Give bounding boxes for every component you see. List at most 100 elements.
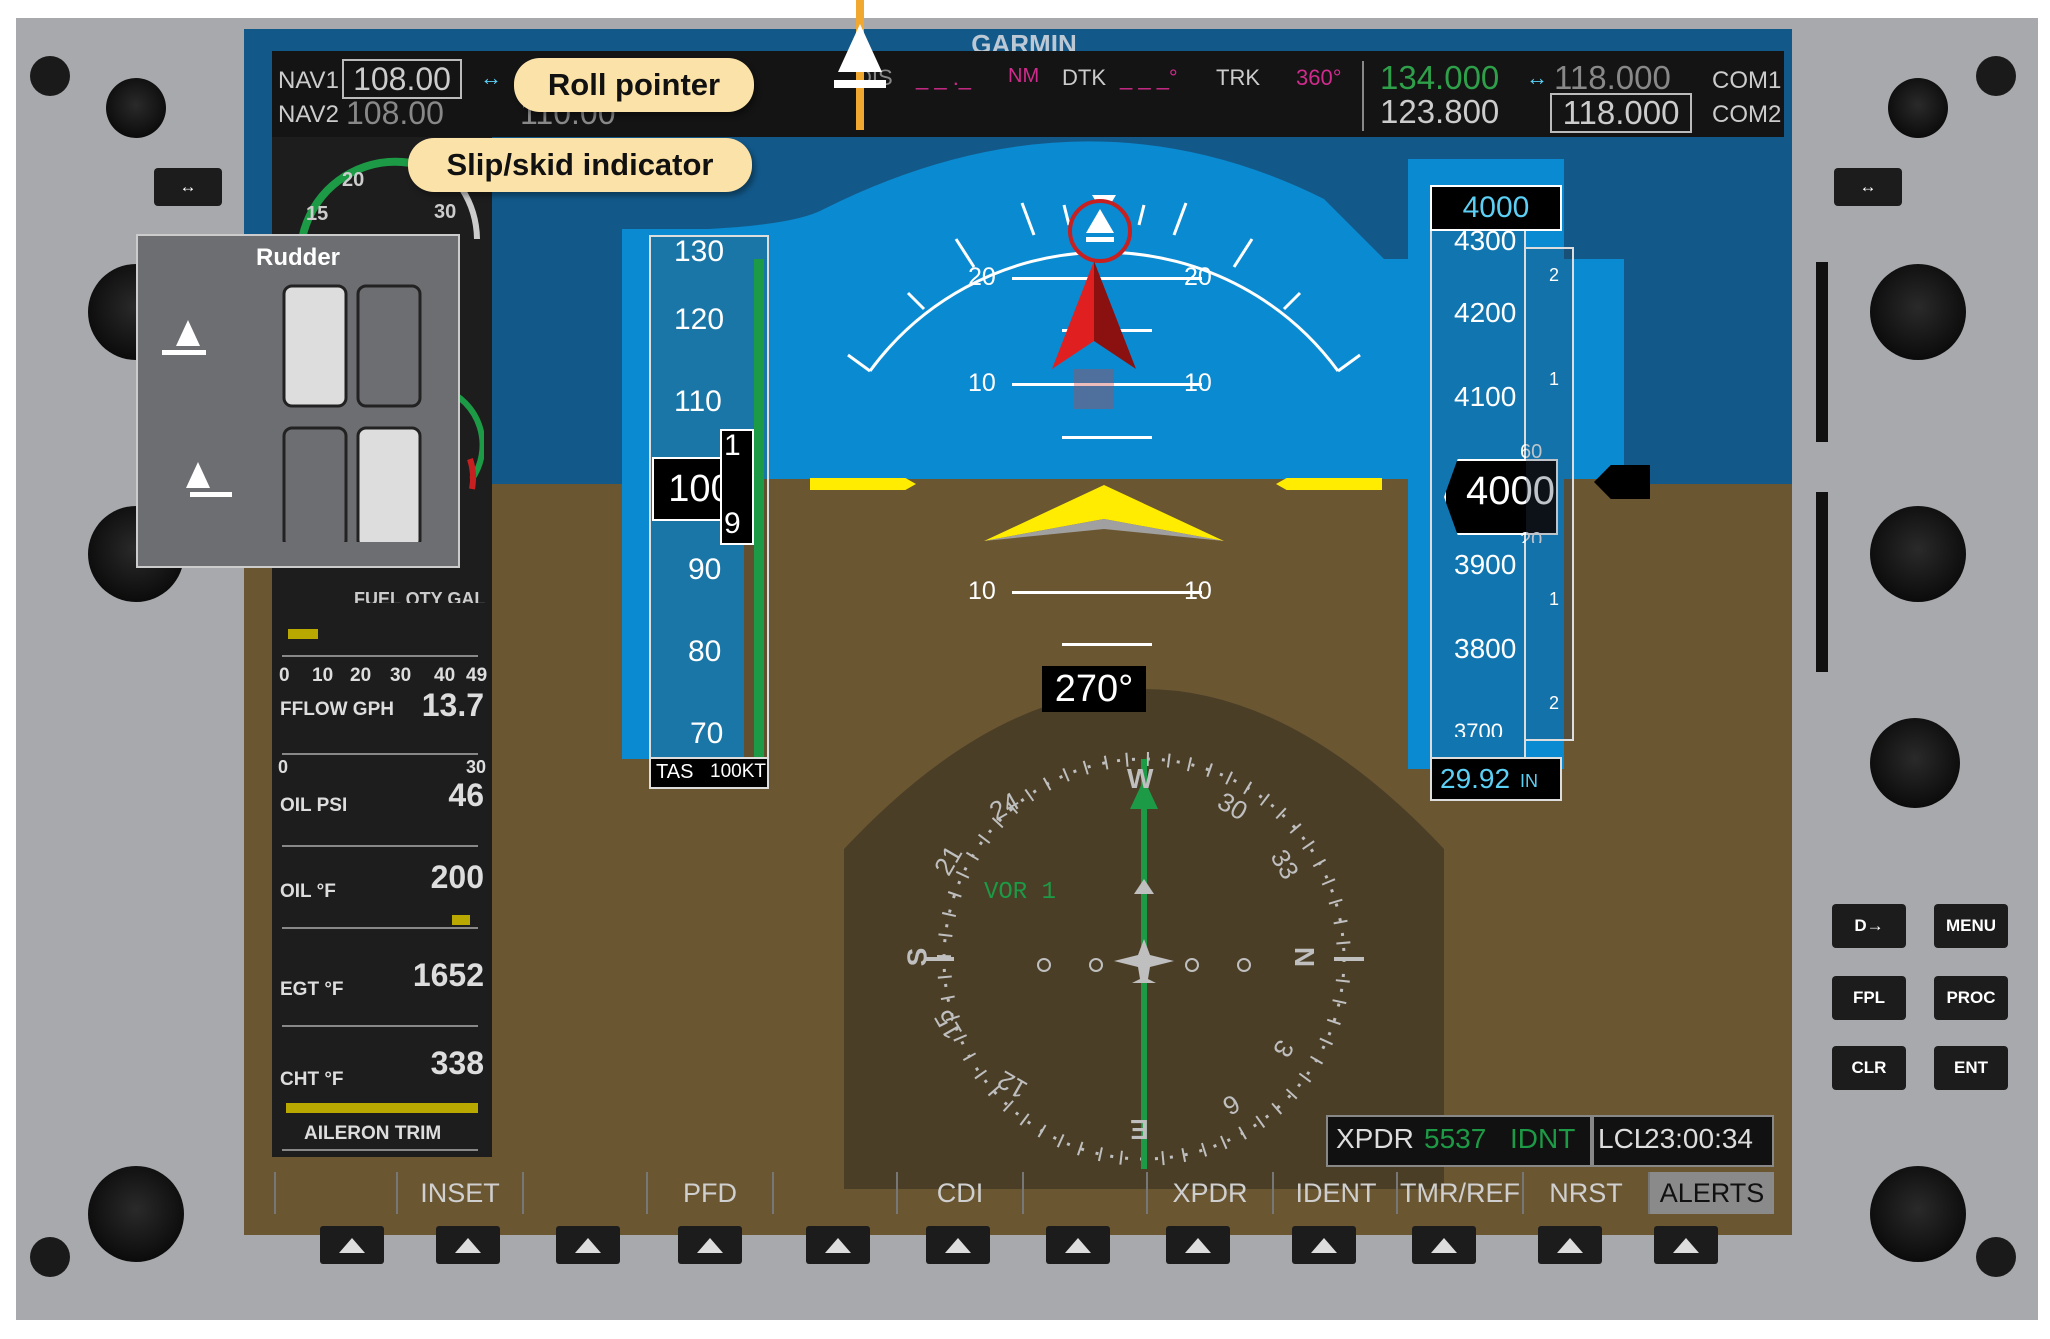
compass-label: N (1289, 946, 1321, 968)
range-knob[interactable] (1870, 718, 1960, 808)
scroll-slot (1816, 492, 1828, 672)
softkey-label-tmr-ref[interactable]: TMR/REF (1396, 1172, 1522, 1214)
roll-pointer-callout: Roll pointer (514, 58, 754, 112)
softkey-7[interactable] (1046, 1226, 1110, 1264)
softkey-12[interactable] (1654, 1226, 1718, 1264)
softkey-label-xpdr[interactable]: XPDR (1146, 1172, 1272, 1214)
softkey-8[interactable] (1166, 1226, 1230, 1264)
rudder-title: Rudder (256, 244, 340, 271)
altitude-tick: 3800 (1454, 633, 1517, 664)
nav2-active-freq[interactable]: 108.00 (346, 95, 444, 132)
rpm-label: 30 (434, 201, 457, 223)
hsi-compass (844, 689, 1444, 1189)
softkey-label-pfd[interactable]: PFD (646, 1172, 772, 1214)
tas-label: TAS (656, 761, 694, 783)
com-swap-icon: ↔ (1526, 65, 1548, 90)
vsi-label: 1 (1549, 589, 1560, 609)
softkey-3[interactable] (556, 1226, 620, 1264)
fuel-scale-label: 10 (312, 665, 334, 686)
softkey-label-7[interactable] (1022, 1172, 1148, 1214)
fuel-qty-fill (288, 629, 318, 639)
aileron-trim-scale (282, 1149, 478, 1151)
egt-label: EGT °F (280, 979, 344, 1000)
roll-pointer (1086, 209, 1114, 242)
fpl-button[interactable]: FPL (1832, 976, 1906, 1020)
egt-scale (282, 1005, 478, 1027)
softkey-2[interactable] (436, 1226, 500, 1264)
com2-standby-freq[interactable]: 118.000 (1550, 93, 1692, 133)
screw (30, 1237, 70, 1277)
oil-psi-scale (282, 825, 478, 847)
nav-swap-icon: ↔ (480, 65, 502, 90)
vsi-label: 2 (1549, 265, 1560, 285)
ent-button[interactable]: ENT (1934, 1046, 2008, 1090)
rpm-label: 20 (342, 169, 365, 191)
baro-unit: IN (1520, 771, 1538, 791)
softkey-9[interactable] (1292, 1226, 1356, 1264)
tas-value: 100KT (710, 761, 766, 782)
oil-temp-value: 200 (430, 859, 484, 895)
altitude-tick: 4200 (1454, 297, 1517, 328)
screw (30, 56, 70, 96)
fuel-scale-label: 0 (279, 665, 290, 686)
fms-knob[interactable] (1870, 1166, 1966, 1262)
vsi-label: 1 (1549, 369, 1560, 389)
clr-button[interactable]: CLR (1832, 1046, 1906, 1090)
com2-active-freq[interactable]: 123.800 (1380, 93, 1499, 131)
nav1-active-freq[interactable]: 108.00 (342, 59, 462, 99)
menu-button[interactable]: MENU (1934, 904, 2008, 948)
softkey-label-5[interactable] (772, 1172, 898, 1214)
fflow-value: 13.7 (421, 687, 484, 723)
pitch-line-minus-5 (1062, 436, 1152, 439)
nav2-label: NAV2 (278, 101, 339, 128)
cht-fill (286, 1103, 478, 1113)
dtk-value: _ _ _° (1120, 65, 1178, 90)
softkey-1[interactable] (320, 1226, 384, 1264)
softkey-10[interactable] (1412, 1226, 1476, 1264)
bar-divider (1362, 61, 1364, 131)
softkey-label-ident[interactable]: IDENT (1272, 1172, 1398, 1214)
softkey-label-1[interactable] (274, 1172, 396, 1214)
pitch-line-minus-10 (1012, 591, 1202, 594)
airspeed-tick: 120 (674, 303, 725, 336)
com2-label: COM2 (1712, 101, 1782, 128)
softkey-label-3[interactable] (522, 1172, 648, 1214)
volume-knob[interactable] (106, 78, 166, 138)
pitch-label: 10 (968, 577, 996, 605)
lcl-label: LCL (1598, 1123, 1650, 1154)
crs-baro-knob[interactable] (1870, 506, 1966, 602)
altitude-knob[interactable] (88, 1166, 184, 1262)
com-knob[interactable] (1870, 264, 1966, 360)
vsi-label: 2 (1549, 693, 1560, 713)
altitude-tick: 3700 (1454, 719, 1503, 737)
softkey-5[interactable] (806, 1226, 870, 1264)
slip-indicator-centered-icon (162, 320, 206, 355)
com1-active-freq[interactable]: 134.000 (1380, 59, 1499, 97)
cht-label: CHT °F (280, 1069, 344, 1090)
altitude-tick: 3900 (1454, 549, 1517, 580)
airspeed-tick: 80 (688, 635, 722, 668)
compass-label: E (1130, 1114, 1149, 1145)
softkey-6[interactable] (926, 1226, 990, 1264)
xpdr-mode: IDNT (1510, 1123, 1576, 1154)
softkey-11[interactable] (1538, 1226, 1602, 1264)
com1-standby-freq[interactable]: 118.000 (1554, 59, 1671, 97)
compass-label: S (901, 947, 933, 967)
nav-swap-button[interactable]: ↔ (154, 168, 222, 206)
airspeed-roller-digit: 9 (724, 507, 741, 540)
softkey-label-alerts[interactable]: ALERTS (1648, 1172, 1774, 1214)
proc-button[interactable]: PROC (1934, 976, 2008, 1020)
altitude-tick: 4300 (1454, 225, 1517, 256)
fuel-scale-label: 30 (390, 665, 412, 686)
roll-pointer-callout-icon (834, 24, 886, 88)
com-volume-knob[interactable] (1888, 78, 1948, 138)
softkey-label-inset[interactable]: INSET (396, 1172, 522, 1214)
com-swap-button[interactable]: ↔ (1834, 168, 1902, 206)
airspeed-tick: 110 (674, 385, 722, 418)
softkey-label-cdi[interactable]: CDI (896, 1172, 1022, 1214)
softkey-4[interactable] (678, 1226, 742, 1264)
scroll-slot (1816, 262, 1828, 442)
altitude-tick: 4100 (1454, 381, 1517, 412)
direct-to-button[interactable]: D→ (1832, 904, 1906, 948)
softkey-label-nrst[interactable]: NRST (1522, 1172, 1648, 1214)
